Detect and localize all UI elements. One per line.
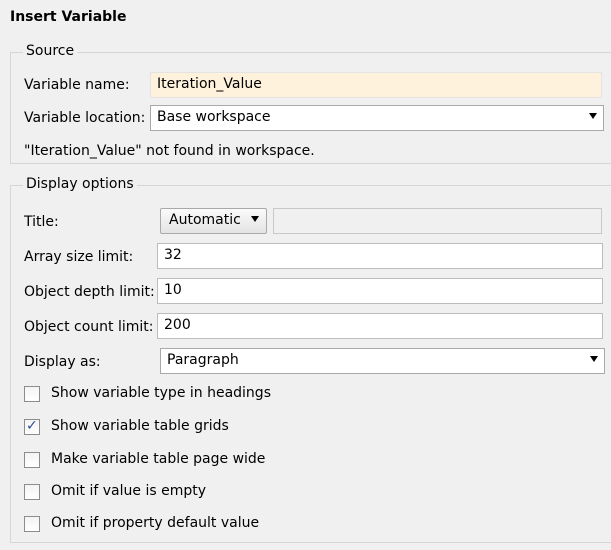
object-depth-limit-value: 10 — [164, 282, 182, 298]
object-depth-limit-input[interactable]: 10 — [157, 278, 603, 304]
variable-location-value: Base workspace — [157, 109, 271, 125]
show-variable-type-label: Show variable type in headings — [51, 385, 271, 401]
chevron-down-icon — [589, 113, 597, 119]
omit-if-default-label: Omit if property default value — [51, 515, 260, 531]
array-size-limit-label: Array size limit: — [24, 249, 134, 265]
display-as-value: Paragraph — [167, 352, 239, 368]
show-variable-type-checkbox[interactable] — [24, 386, 40, 402]
source-legend: Source — [23, 43, 78, 59]
title-mode-value: Automatic — [169, 212, 241, 228]
variable-name-label: Variable name: — [24, 77, 130, 93]
omit-if-default-checkbox[interactable] — [24, 516, 40, 532]
checkmark-icon: ✓ — [26, 418, 38, 434]
object-count-limit-value: 200 — [164, 317, 191, 333]
chevron-down-icon — [590, 356, 598, 362]
omit-if-empty-checkbox[interactable] — [24, 484, 40, 500]
display-as-dropdown[interactable]: Paragraph — [160, 348, 605, 374]
object-count-limit-label: Object count limit: — [24, 319, 154, 335]
variable-location-dropdown[interactable]: Base workspace — [150, 105, 604, 131]
array-size-limit-value: 32 — [164, 247, 182, 263]
object-count-limit-input[interactable]: 200 — [157, 313, 603, 339]
title-mode-dropdown[interactable]: Automatic — [160, 208, 267, 234]
variable-name-input[interactable]: Iteration_Value — [150, 72, 602, 98]
variable-location-label: Variable location: — [24, 110, 146, 126]
title-label: Title: — [24, 214, 59, 230]
status-message: "Iteration_Value" not found in workspace… — [24, 143, 315, 159]
dialog-title: Insert Variable — [10, 9, 127, 25]
array-size-limit-input[interactable]: 32 — [157, 243, 603, 269]
omit-if-empty-label: Omit if value is empty — [51, 483, 206, 499]
chevron-down-icon — [251, 216, 259, 222]
show-table-grids-checkbox[interactable]: ✓ — [24, 418, 40, 435]
display-as-label: Display as: — [24, 354, 101, 370]
table-page-wide-checkbox[interactable] — [24, 452, 40, 468]
variable-name-value: Iteration_Value — [157, 76, 262, 92]
object-depth-limit-label: Object depth limit: — [24, 284, 155, 300]
table-page-wide-label: Make variable table page wide — [51, 451, 266, 467]
title-text-input[interactable] — [273, 208, 602, 234]
show-table-grids-label: Show variable table grids — [51, 418, 229, 434]
display-options-legend: Display options — [23, 176, 137, 192]
